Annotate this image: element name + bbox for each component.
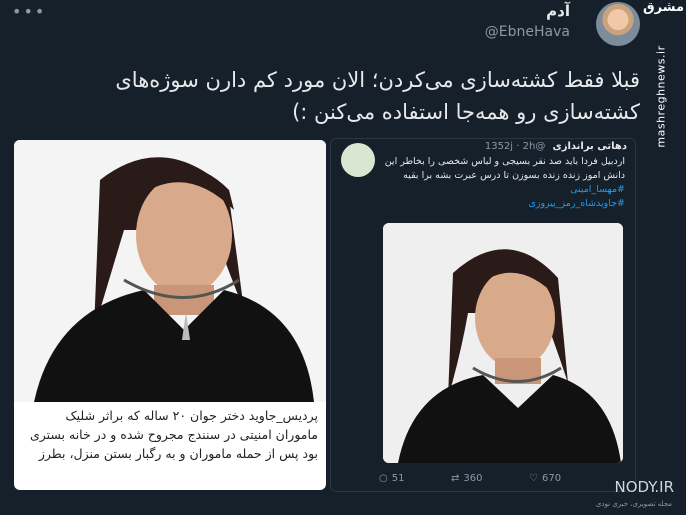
embedded-actions: ○ 51 ⇄ 360 ♡ 670 <box>379 473 629 489</box>
site-watermark-sub: مجله تصویری، خبری نودی <box>595 500 672 508</box>
reply-count: 51 <box>391 473 405 484</box>
retweet-count: 360 <box>463 473 483 484</box>
retweet-icon: ⇄ <box>451 473 460 484</box>
tweet-text: قبلا فقط کشته‌سازی می‌کردن؛ الان مورد کم… <box>115 68 640 124</box>
left-image-card[interactable]: پردیس_جاوید دختر جوان ۲۰ ساله که براثر ش… <box>14 140 326 490</box>
tweet-header: ••• آدم @EbneHava مشرق <box>0 0 686 56</box>
embedded-time: 2h <box>522 141 536 152</box>
embedded-avatar[interactable] <box>341 143 375 177</box>
hashtag[interactable]: #مهسا_امینی <box>375 183 625 197</box>
reply-action[interactable]: ○ 51 <box>379 473 404 484</box>
like-count: 670 <box>541 473 562 484</box>
embedded-tweet-card[interactable]: دهاتی براندازی @1352j · 2h اردبیل فردا ب… <box>330 138 636 492</box>
embedded-text-body: اردبیل فردا باید صد نفر بسیجی و لباس شخص… <box>384 156 625 181</box>
author-name[interactable]: آدم <box>546 2 570 20</box>
reply-icon: ○ <box>379 473 388 484</box>
like-action[interactable]: ♡ 670 <box>529 473 561 484</box>
author-handle[interactable]: @EbneHava <box>485 24 570 40</box>
avatar[interactable] <box>596 2 640 46</box>
embedded-tweet-text: اردبیل فردا باید صد نفر بسیجی و لباس شخص… <box>375 155 625 211</box>
heart-icon: ♡ <box>529 473 538 484</box>
hashtag[interactable]: #جاویدشاه_رمز_پیروزی <box>375 197 625 211</box>
embedded-meta: دهاتی براندازی @1352j · 2h <box>484 141 627 152</box>
image-caption: پردیس_جاوید دختر جوان ۲۰ ساله که براثر ش… <box>29 408 318 461</box>
more-options-icon[interactable]: ••• <box>12 2 46 21</box>
embedded-portrait-photo[interactable] <box>383 223 623 463</box>
watermark-side: mashreghnews.ir <box>654 45 668 148</box>
watermark-top: مشرق <box>643 0 684 15</box>
portrait-photo <box>14 140 326 402</box>
retweet-action[interactable]: ⇄ 360 <box>451 473 482 484</box>
embedded-author-name[interactable]: دهاتی براندازی <box>553 141 627 152</box>
site-watermark: NODY.IR <box>614 478 675 496</box>
